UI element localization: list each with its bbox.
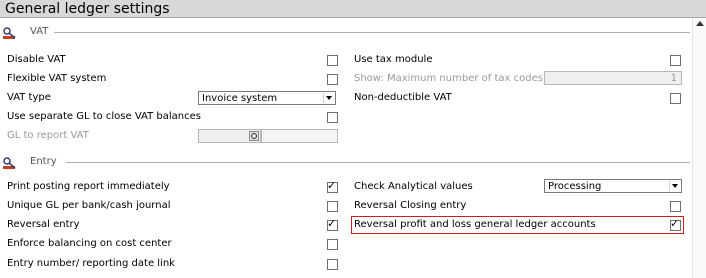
gl-report-vat-field[interactable] xyxy=(198,129,261,143)
flexible-vat-label: Flexible VAT system xyxy=(7,73,107,84)
section-header-entry: Entry xyxy=(0,154,690,172)
reversal-pl-label: Reversal profit and loss general ledger … xyxy=(354,219,596,230)
disable-vat-label: Disable VAT xyxy=(7,54,66,65)
check-analytical-value: Processing xyxy=(548,181,602,192)
section-divider xyxy=(54,32,690,33)
separate-gl-label: Use separate GL to close VAT balances xyxy=(7,111,201,122)
check-analytical-label: Check Analytical values xyxy=(354,181,473,192)
use-tax-module-checkbox[interactable] xyxy=(670,55,681,66)
reversal-closing-label: Reversal Closing entry xyxy=(354,200,467,211)
settings-wrench-icon xyxy=(3,27,16,39)
checkmark-icon: ✓ xyxy=(327,179,337,192)
section-header-vat: VAT xyxy=(0,24,690,42)
section-title-vat: VAT xyxy=(30,26,49,37)
vat-type-label: VAT type xyxy=(7,92,51,103)
gl-report-vat-label: GL to report VAT xyxy=(7,130,89,141)
max-tax-codes-field: 1 xyxy=(544,71,682,85)
flexible-vat-checkbox[interactable] xyxy=(327,74,338,85)
use-tax-module-label: Use tax module xyxy=(354,54,433,65)
scroll-up-arrow-icon[interactable] xyxy=(696,21,704,26)
enforce-balancing-label: Enforce balancing on cost center xyxy=(7,238,172,249)
separate-gl-checkbox[interactable] xyxy=(327,112,338,123)
non-deductible-vat-label: Non-deductible VAT xyxy=(354,92,452,103)
checkmark-icon: ✓ xyxy=(327,217,337,230)
title-bar: General ledger settings xyxy=(0,0,706,18)
entry-number-link-label: Entry number/ reporting date link xyxy=(7,258,175,269)
vat-type-select[interactable]: Invoice system xyxy=(198,91,336,105)
checkmark-icon: ✓ xyxy=(670,217,680,230)
chevron-down-icon xyxy=(326,96,332,100)
check-analytical-select[interactable]: Processing xyxy=(544,179,682,193)
max-tax-codes-label: Show: Maximum number of tax codes xyxy=(354,73,543,84)
window-title: General ledger settings xyxy=(5,1,170,17)
magnifier-icon[interactable] xyxy=(249,131,259,141)
vat-type-dropdown-button[interactable] xyxy=(323,93,334,103)
max-tax-codes-value: 1 xyxy=(670,73,677,84)
gl-report-vat-description xyxy=(261,129,338,143)
reversal-closing-checkbox[interactable] xyxy=(670,201,681,212)
print-posting-label: Print posting report immediately xyxy=(7,181,170,192)
chevron-down-icon xyxy=(672,184,678,188)
vat-type-value: Invoice system xyxy=(202,93,278,104)
print-posting-checkbox[interactable]: ✓ xyxy=(327,179,338,193)
unique-gl-label: Unique GL per bank/cash journal xyxy=(7,200,171,211)
section-title-entry: Entry xyxy=(30,156,57,167)
unique-gl-checkbox[interactable] xyxy=(327,201,338,212)
reversal-entry-label: Reversal entry xyxy=(7,219,80,230)
reversal-entry-checkbox[interactable]: ✓ xyxy=(327,217,338,231)
disable-vat-checkbox[interactable] xyxy=(327,55,338,66)
vertical-scrollbar[interactable] xyxy=(692,18,706,278)
non-deductible-vat-checkbox[interactable] xyxy=(670,93,681,104)
enforce-balancing-checkbox[interactable] xyxy=(327,239,338,250)
check-analytical-dropdown-button[interactable] xyxy=(669,181,680,191)
settings-wrench-icon xyxy=(3,157,16,169)
section-divider xyxy=(66,162,690,163)
entry-number-link-checkbox[interactable] xyxy=(327,259,338,270)
reversal-pl-checkbox[interactable]: ✓ xyxy=(670,217,681,231)
